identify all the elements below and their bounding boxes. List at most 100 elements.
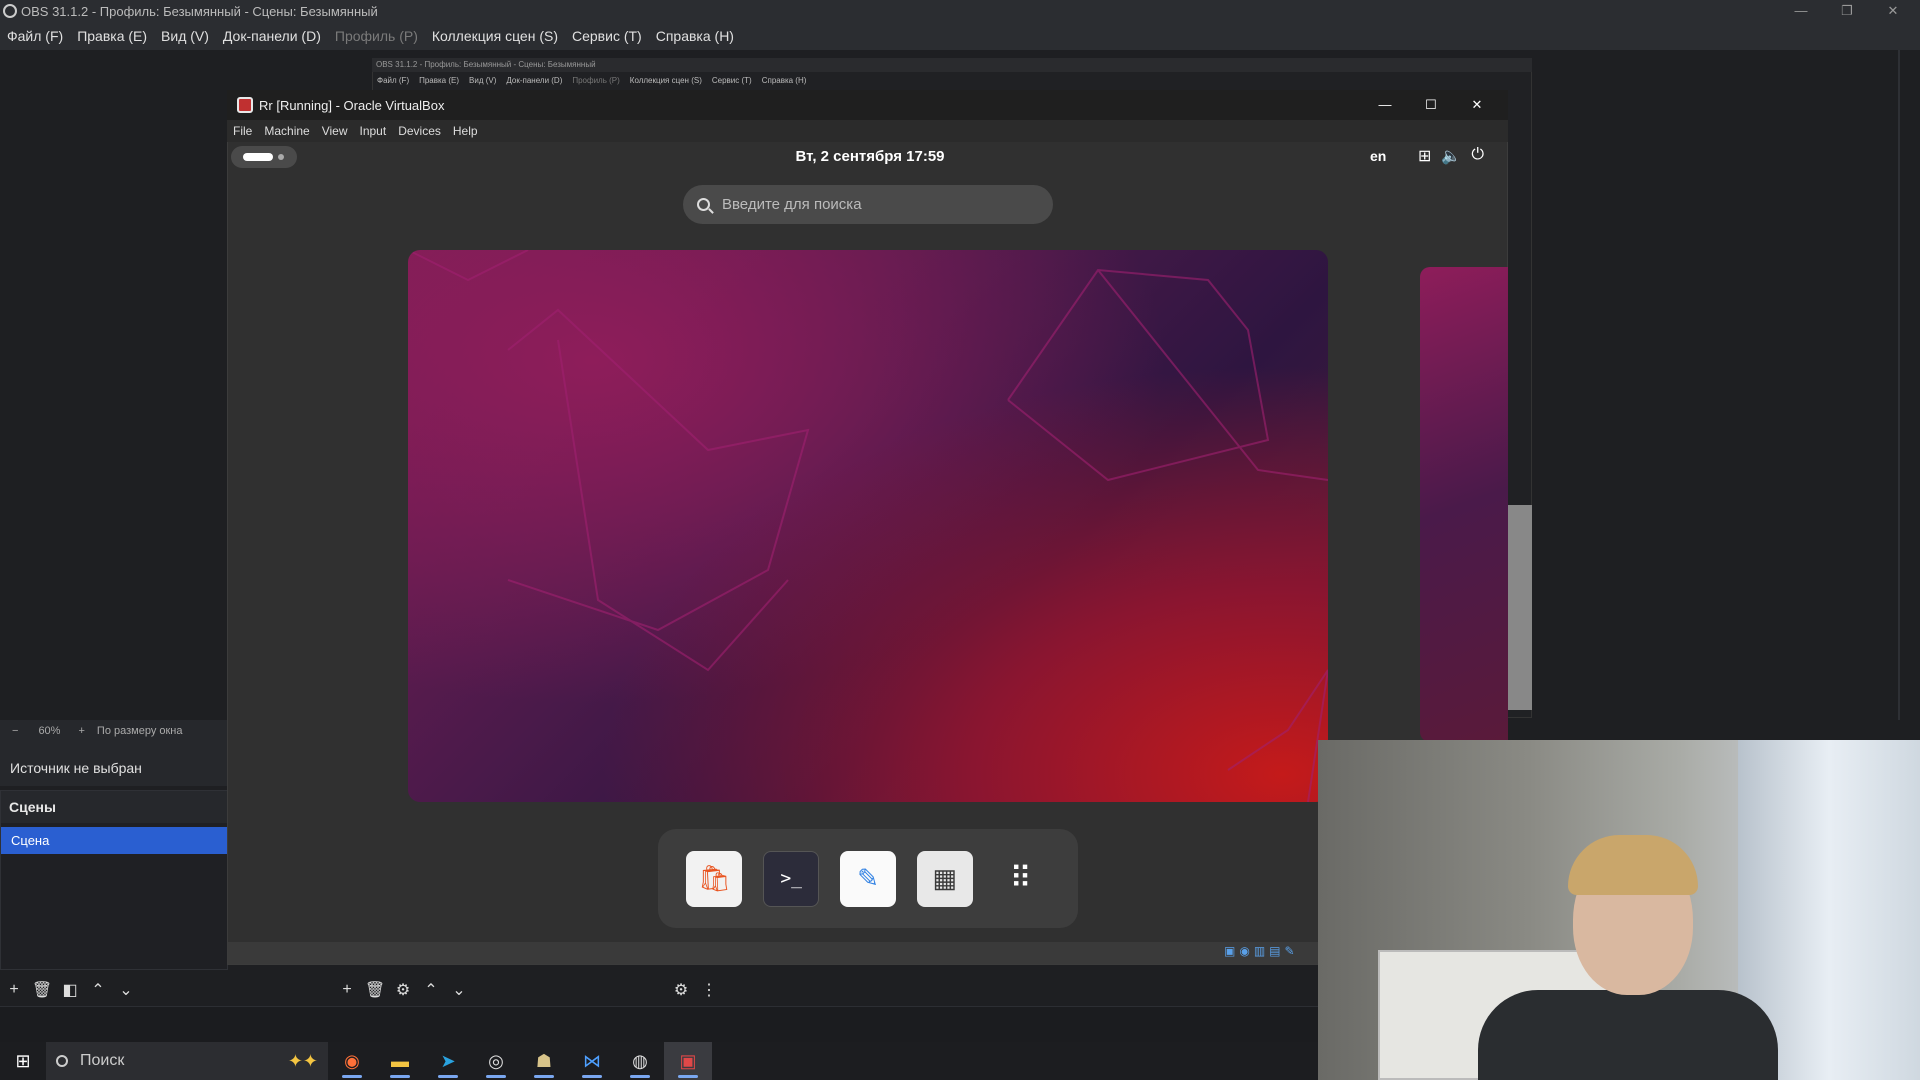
search-icon — [697, 198, 710, 211]
app-center-icon[interactable]: 🛍 — [686, 850, 743, 907]
scenes-header: Сцены — [1, 791, 227, 823]
close-icon[interactable]: ✕ — [1454, 94, 1500, 116]
virtualbox-icon[interactable]: ▣ — [664, 1042, 712, 1080]
obs-menu-bar: Файл (F) Правка (E) Вид (V) Док-панели (… — [0, 22, 1920, 50]
app-icon[interactable]: ☗ — [520, 1042, 568, 1080]
telegram-icon[interactable]: ➤ — [424, 1042, 472, 1080]
move-up-icon[interactable]: ⌃ — [417, 980, 445, 1000]
minimize-icon[interactable]: — — [1778, 0, 1824, 22]
webcam-feed — [1318, 740, 1920, 1080]
zoom-value: 60% — [38, 725, 61, 737]
restore-icon[interactable]: ❐ — [1824, 0, 1870, 22]
webcam-person-hair — [1568, 835, 1698, 895]
nested-menu-item: Файл (F) — [377, 76, 410, 85]
file-explorer-icon[interactable]: ▬ — [376, 1042, 424, 1080]
menu-help[interactable]: Справка (H) — [649, 28, 741, 44]
zoom-out-button[interactable]: − — [12, 725, 18, 737]
nested-menu-item: Вид (V) — [469, 76, 497, 85]
windows-taskbar: ⊞ Поиск ✦✦ ◉ ▬ ➤ ◎ ☗ ⋈ ◍ ▣ — [0, 1042, 1318, 1080]
workspace-thumbnail-next[interactable] — [1420, 267, 1508, 742]
add-source-icon[interactable]: + — [333, 981, 361, 999]
network-icon: ⊞ — [1418, 148, 1432, 165]
scenes-toolbar: + 🗑 ◧ ⌃ ⌄ — [0, 976, 330, 1004]
search-icon — [56, 1055, 68, 1067]
calculator-icon[interactable]: ▦ — [916, 850, 973, 907]
add-scene-icon[interactable]: + — [0, 981, 28, 999]
menu-view[interactable]: Вид (V) — [154, 28, 216, 44]
vbox-menu-file[interactable]: File — [227, 124, 258, 138]
text-editor-icon[interactable]: ✎ — [839, 850, 896, 907]
remove-scene-icon[interactable]: 🗑 — [28, 980, 56, 1000]
menu-scene-collection[interactable]: Коллекция сцен (S) — [425, 28, 565, 44]
overview-search[interactable]: Введите для поиска — [683, 185, 1053, 224]
audio-settings-icon[interactable]: ⚙ — [667, 980, 695, 1000]
firefox-icon[interactable]: ◉ — [328, 1042, 376, 1080]
nested-menu-item: Правка (E) — [419, 76, 460, 85]
mixer-toolbar: ⚙ ⋮ — [667, 976, 1087, 1004]
keyboard-layout[interactable]: en — [1370, 148, 1386, 164]
usb-icon[interactable]: ✎ — [1285, 944, 1295, 958]
webcam-icon[interactable]: ◍ — [616, 1042, 664, 1080]
nested-obs-title: OBS 31.1.2 - Профиль: Безымянный - Сцены… — [372, 58, 1532, 72]
close-icon[interactable]: ✕ — [1870, 0, 1916, 22]
copilot-sparkle-icon: ✦✦ — [287, 1050, 318, 1071]
virtualbox-menu: File Machine View Input Devices Help — [227, 120, 1508, 142]
minimize-icon[interactable]: — — [1362, 94, 1408, 116]
system-tray[interactable]: ⊞ 🔈 ⏻ — [1418, 146, 1484, 166]
menu-edit[interactable]: Правка (E) — [70, 28, 154, 44]
vbox-window-controls: — ☐ ✕ — [1362, 94, 1500, 116]
obs-logo-icon — [3, 4, 17, 18]
scene-list-item[interactable]: Сцена — [1, 827, 227, 854]
settings-gear-icon[interactable]: ⚙ — [389, 980, 417, 1000]
terminal-icon[interactable]: >_ — [763, 850, 820, 907]
virtualbox-icon — [237, 97, 253, 113]
volume-icon: 🔈 — [1441, 148, 1462, 165]
hdd-icon[interactable]: ▣ — [1224, 944, 1235, 958]
menu-profile[interactable]: Профиль (P) — [328, 28, 425, 44]
vbox-menu-view[interactable]: View — [316, 124, 354, 138]
optical-icon[interactable]: ◉ — [1239, 944, 1249, 958]
power-icon: ⏻ — [1471, 146, 1484, 163]
network-icon[interactable]: ▤ — [1269, 944, 1280, 958]
move-down-icon[interactable]: ⌄ — [445, 980, 473, 1000]
nested-menu-item: Профиль (P) — [572, 76, 620, 85]
zoom-in-button[interactable]: + — [78, 725, 84, 737]
menu-file[interactable]: Файл (F) — [0, 28, 70, 44]
filter-icon[interactable]: ◧ — [56, 980, 84, 1000]
nested-menu-item: Справка (H) — [761, 76, 807, 85]
visual-studio-icon[interactable]: ⋈ — [568, 1042, 616, 1080]
workspace-thumbnail[interactable] — [408, 250, 1328, 802]
taskbar-search[interactable]: Поиск ✦✦ — [46, 1042, 328, 1080]
obs-titlebar: OBS 31.1.2 - Профиль: Безымянный - Сцены… — [0, 0, 1920, 22]
sources-toolbar: + 🗑 ⚙ ⌃ ⌄ — [333, 976, 663, 1004]
move-up-icon[interactable]: ⌃ — [84, 980, 112, 1000]
remove-source-icon[interactable]: 🗑 — [361, 980, 389, 1000]
vbox-menu-devices[interactable]: Devices — [392, 124, 447, 138]
maximize-icon[interactable]: ☐ — [1408, 94, 1454, 116]
vbox-menu-input[interactable]: Input — [354, 124, 393, 138]
vbox-menu-help[interactable]: Help — [447, 124, 484, 138]
virtualbox-title: Rr [Running] - Oracle VirtualBox — [259, 97, 445, 113]
workspace-indicator-active — [243, 153, 273, 161]
source-status-bar: Источник не выбран — [0, 742, 228, 786]
show-apps-icon[interactable]: ⠿ — [994, 851, 1050, 907]
more-options-icon[interactable]: ⋮ — [695, 980, 723, 1000]
workspace-indicator — [278, 154, 284, 160]
wallpaper-lines — [408, 250, 1328, 802]
nested-menu-item: Сервис (T) — [711, 76, 752, 85]
nested-menu-item: Док-панели (D) — [506, 76, 563, 85]
windows-start-icon[interactable]: ⊞ — [0, 1042, 46, 1080]
move-down-icon[interactable]: ⌄ — [112, 980, 140, 1000]
nested-webcam-edge — [1508, 505, 1532, 710]
obs-icon[interactable]: ◎ — [472, 1042, 520, 1080]
vbox-menu-machine[interactable]: Machine — [258, 124, 315, 138]
nested-obs-menu: Файл (F) Правка (E) Вид (V) Док-панели (… — [372, 74, 1532, 88]
vbox-status-icons: ▣ ◉ ▥ ▤ ✎ — [1224, 944, 1295, 958]
menu-docks[interactable]: Док-панели (D) — [216, 28, 328, 44]
obs-window-controls: — ❐ ✕ — [1778, 0, 1916, 22]
ubuntu-clock[interactable]: Вт, 2 сентября 17:59 — [700, 148, 1040, 165]
fit-to-window[interactable]: По размеру окна — [97, 725, 183, 737]
virtualbox-statusbar — [228, 942, 1318, 964]
audio-icon[interactable]: ▥ — [1254, 944, 1265, 958]
menu-tools[interactable]: Сервис (T) — [565, 28, 649, 44]
